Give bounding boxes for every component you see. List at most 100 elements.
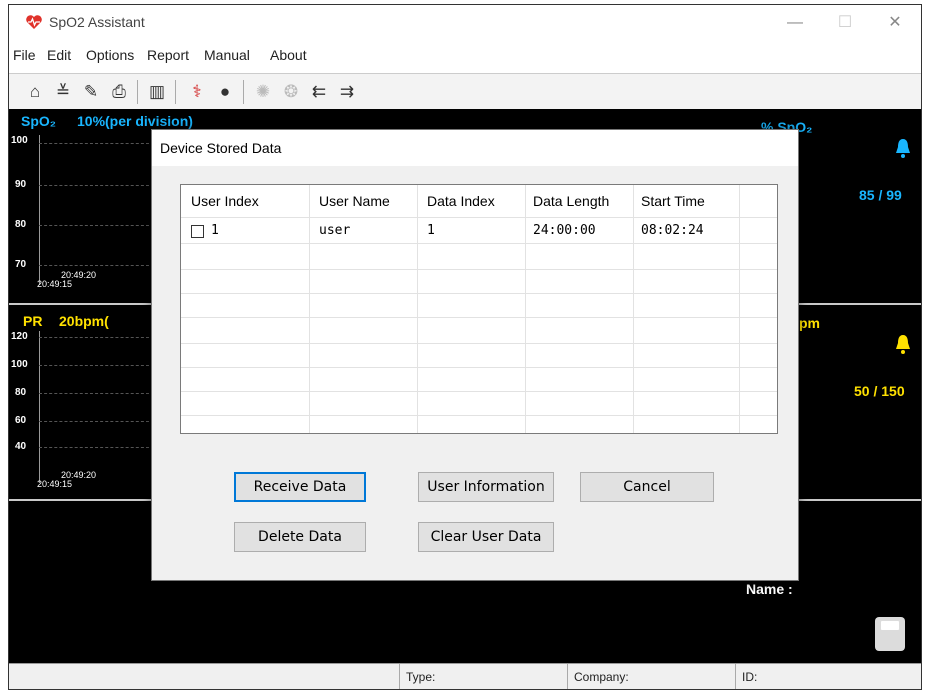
toolbar-separator: [137, 80, 138, 104]
maximize-button[interactable]: ☐: [827, 11, 863, 35]
grid-line: [39, 365, 149, 367]
column-divider: [633, 185, 634, 433]
cell-user-name: user: [319, 223, 351, 238]
clear-user-data-button[interactable]: Clear User Data: [418, 522, 554, 552]
cell-user-index: 1: [211, 223, 219, 238]
column-header-data-index[interactable]: Data Index: [427, 193, 495, 209]
heart-pulse-icon: [26, 15, 42, 29]
print-icon[interactable]: ⎙: [107, 80, 131, 104]
menu-file[interactable]: File: [13, 47, 36, 63]
user-info-icon[interactable]: ⚕: [185, 80, 209, 104]
row-divider: [181, 317, 777, 318]
window-title: SpO2 Assistant: [49, 14, 145, 30]
pr-label: PR: [23, 313, 43, 329]
spo2-scale: 10%(per division): [77, 113, 193, 129]
pr-right-label: pm: [799, 315, 820, 331]
user-information-button[interactable]: User Information: [418, 472, 554, 502]
pr-y-axis: [39, 331, 40, 483]
dialog-title: Device Stored Data: [160, 140, 282, 156]
grid-line: [39, 143, 149, 145]
title-bar: SpO2 Assistant — ☐ ✕: [9, 5, 921, 41]
gear-icon[interactable]: ❂: [279, 80, 303, 104]
dialog-title-bar: Device Stored Data: [152, 130, 798, 166]
menu-about[interactable]: About: [270, 47, 307, 63]
spo2-tick: 70: [15, 259, 27, 270]
grid-line: [39, 447, 149, 449]
pr-tick: 60: [15, 415, 27, 426]
cell-start-time: 08:02:24: [641, 223, 704, 238]
app-window: SpO2 Assistant — ☐ ✕ File Edit Options R…: [8, 4, 922, 690]
pr-tick: 40: [15, 441, 27, 452]
globe-icon[interactable]: ●: [213, 80, 237, 104]
pr-alarm-range: 50 / 150: [854, 383, 905, 399]
column-header-start-time[interactable]: Start Time: [641, 193, 705, 209]
toolbar-separator: [175, 80, 176, 104]
grid-line: [39, 225, 149, 227]
pr-scale: 20bpm(: [59, 313, 109, 329]
cell-data-index: 1: [427, 223, 435, 238]
upload-wave-icon[interactable]: ⇉: [335, 80, 359, 104]
receive-data-button[interactable]: Receive Data: [234, 472, 366, 502]
data-table: User Index User Name Data Index Data Len…: [180, 184, 778, 434]
save-icon[interactable]: [875, 617, 905, 651]
alarm-bell-icon[interactable]: [895, 137, 911, 159]
row-divider: [181, 343, 777, 344]
delete-data-button[interactable]: Delete Data: [234, 522, 366, 552]
name-label: Name :: [746, 581, 793, 597]
spo2-time-start: 20:49:15: [37, 279, 73, 289]
close-button[interactable]: ✕: [877, 11, 913, 35]
download-wave-icon[interactable]: ⇇: [307, 80, 331, 104]
row-divider: [181, 217, 777, 218]
menu-manual[interactable]: Manual: [204, 47, 250, 63]
grid-line: [39, 421, 149, 423]
status-type: Type:: [399, 664, 566, 689]
column-divider: [417, 185, 418, 433]
row-divider: [181, 243, 777, 244]
grid-line: [39, 337, 149, 339]
row-divider: [181, 367, 777, 368]
column-divider: [739, 185, 740, 433]
spo2-tick: 100: [11, 135, 28, 146]
column-header-user-name[interactable]: User Name: [319, 193, 390, 209]
column-header-data-length[interactable]: Data Length: [533, 193, 609, 209]
status-company: Company:: [567, 664, 734, 689]
pr-tick: 80: [15, 387, 27, 398]
grid-line: [39, 393, 149, 395]
status-id: ID:: [735, 664, 902, 689]
pr-time-start: 20:49:15: [37, 479, 73, 489]
device-stored-data-dialog: Device Stored Data User Index User Name …: [151, 129, 799, 581]
cancel-button[interactable]: Cancel: [580, 472, 714, 502]
spo2-label: SpO₂: [21, 113, 56, 129]
toolbar: ⌂ ≚ ✎ ⎙ ▥ ⚕ ● ✺ ❂ ⇇ ⇉: [9, 73, 921, 110]
spo2-alarm-range: 85 / 99: [859, 187, 902, 203]
column-divider: [525, 185, 526, 433]
toolbar-separator: [243, 80, 244, 104]
column-header-user-index[interactable]: User Index: [191, 193, 259, 209]
device-icon[interactable]: ≚: [51, 80, 75, 104]
grid-line: [39, 265, 149, 267]
status-bar: Type: Company: ID:: [9, 663, 921, 689]
spo2-y-axis: [39, 135, 40, 285]
column-divider: [309, 185, 310, 433]
menu-options[interactable]: Options: [86, 47, 134, 63]
layout-icon[interactable]: ▥: [145, 80, 169, 104]
menu-report[interactable]: Report: [147, 47, 189, 63]
home-icon[interactable]: ⌂: [23, 80, 47, 104]
pr-tick: 100: [11, 359, 28, 370]
sun-icon[interactable]: ✺: [251, 80, 275, 104]
pr-tick: 120: [11, 331, 28, 342]
grid-line: [39, 185, 149, 187]
cell-data-length: 24:00:00: [533, 223, 596, 238]
alarm-bell-icon[interactable]: [895, 333, 911, 355]
open-folder-icon[interactable]: ✎: [79, 80, 103, 104]
row-checkbox[interactable]: [191, 225, 204, 238]
row-divider: [181, 415, 777, 416]
row-divider: [181, 293, 777, 294]
row-divider: [181, 269, 777, 270]
menu-bar: File Edit Options Report Manual About: [9, 45, 921, 67]
spo2-tick: 90: [15, 179, 27, 190]
minimize-button[interactable]: —: [777, 11, 813, 35]
spo2-tick: 80: [15, 219, 27, 230]
menu-edit[interactable]: Edit: [47, 47, 71, 63]
row-divider: [181, 391, 777, 392]
